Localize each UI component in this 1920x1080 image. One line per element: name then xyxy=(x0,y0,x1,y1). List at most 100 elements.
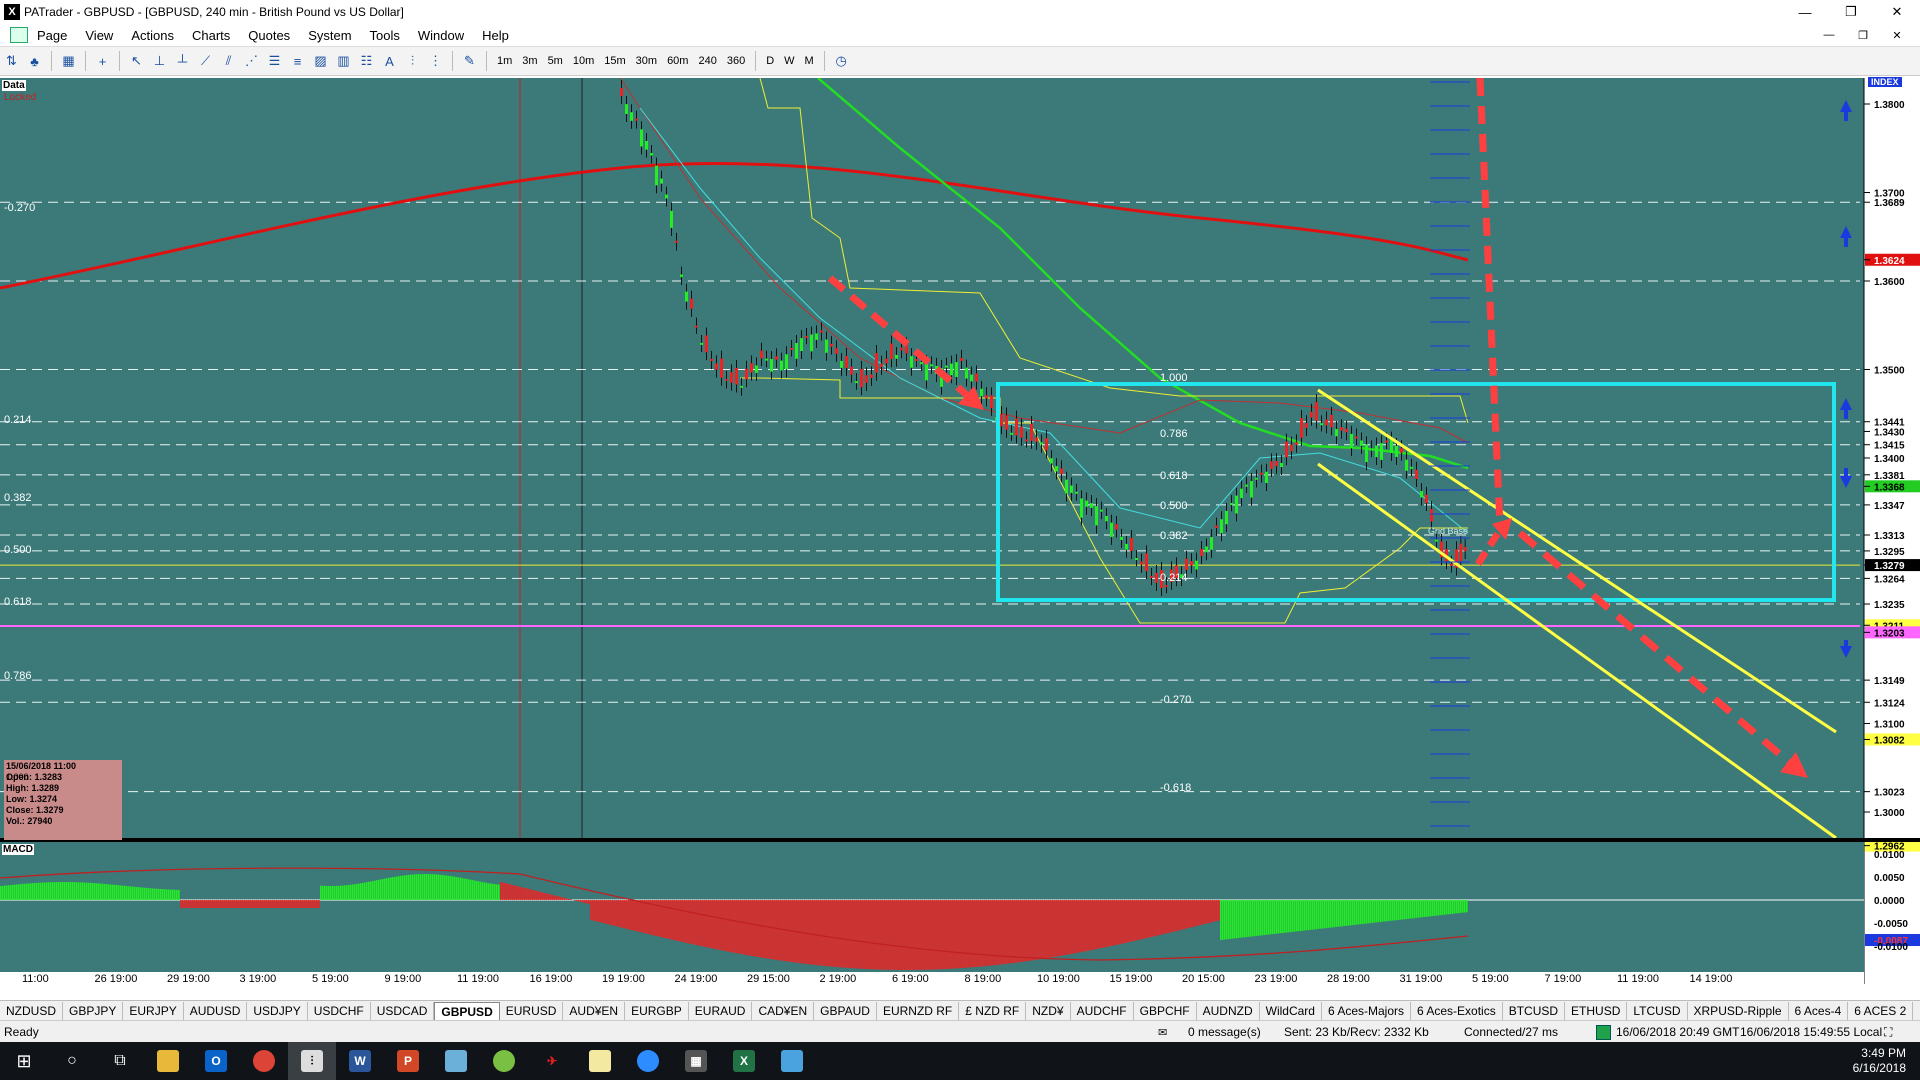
taskbar-clock[interactable]: 3:49 PM 6/16/2018 xyxy=(1853,1046,1906,1076)
vertical-line-icon[interactable]: ┴ xyxy=(173,51,192,71)
outlook-icon[interactable]: O xyxy=(192,1042,240,1080)
tf-360[interactable]: 360 xyxy=(722,55,750,67)
tf-60m[interactable]: 60m xyxy=(662,55,693,67)
powerpoint-icon[interactable]: P xyxy=(384,1042,432,1080)
tf-10m[interactable]: 10m xyxy=(568,55,599,67)
tf-5m[interactable]: 5m xyxy=(543,55,568,67)
calculator-icon[interactable]: ▦ xyxy=(672,1042,720,1080)
candle xyxy=(770,359,773,372)
buy-sell-icon[interactable]: ⇅ xyxy=(2,51,21,71)
tab-eurusd[interactable]: EURUSD xyxy=(500,1002,564,1020)
tab-eurnzd-rf[interactable]: EURNZD RF xyxy=(877,1002,960,1020)
tab-6-aces-exotics[interactable]: 6 Aces-Exotics xyxy=(1411,1002,1503,1020)
tf-240[interactable]: 240 xyxy=(693,55,721,67)
tf-30m[interactable]: 30m xyxy=(631,55,662,67)
fib-extension-icon[interactable]: ≡ xyxy=(288,51,307,71)
gann-icon[interactable]: ▨ xyxy=(311,51,330,71)
clock-icon[interactable]: ◷ xyxy=(832,51,851,71)
zoom-icon[interactable] xyxy=(624,1042,672,1080)
tab-wildcard[interactable]: WildCard xyxy=(1260,1002,1322,1020)
menu-system[interactable]: System xyxy=(299,28,360,43)
tab-audnzd[interactable]: AUDNZD xyxy=(1197,1002,1260,1020)
patrader-icon[interactable]: ⫶ xyxy=(288,1042,336,1080)
file-explorer-icon[interactable] xyxy=(144,1042,192,1080)
excel-icon[interactable]: X xyxy=(720,1042,768,1080)
tf-monthly[interactable]: M xyxy=(800,55,819,67)
menu-actions[interactable]: Actions xyxy=(122,28,183,43)
chart-area[interactable]: 1.3800 1.3700 1.3689 1.3624 1.3600 1.3500 1.34… xyxy=(0,77,1920,984)
horizontal-line-icon[interactable]: ⊥ xyxy=(150,51,169,71)
cursor-icon[interactable]: ↖ xyxy=(127,51,146,71)
search-icon[interactable]: ○ xyxy=(48,1042,96,1080)
tab-eurjpy[interactable]: EURJPY xyxy=(123,1002,184,1020)
tab-6-aces-majors[interactable]: 6 Aces-Majors xyxy=(1322,1002,1411,1020)
trend-line-icon[interactable]: ⟋ xyxy=(196,51,215,71)
chart-icon[interactable]: ▦ xyxy=(59,51,78,71)
tab-ethusd[interactable]: ETHUSD xyxy=(1565,1002,1628,1020)
tab-gbpaud[interactable]: GBPAUD xyxy=(814,1002,877,1020)
menu-window[interactable]: Window xyxy=(409,28,473,43)
price-label: 1.3203 xyxy=(1874,628,1905,639)
tab-aud-en[interactable]: AUD¥EN xyxy=(563,1002,626,1020)
menu-help[interactable]: Help xyxy=(473,28,518,43)
pencil-icon[interactable]: ✎ xyxy=(460,51,479,71)
tf-daily[interactable]: D xyxy=(761,55,779,67)
trade-icon[interactable]: ♣ xyxy=(25,51,44,71)
fib-retracement-icon[interactable]: ☰ xyxy=(265,51,284,71)
tab-eurgbp[interactable]: EURGBP xyxy=(625,1002,689,1020)
app-icon-blue[interactable] xyxy=(432,1042,480,1080)
tab-ltcusd[interactable]: LTCUSD xyxy=(1627,1002,1688,1020)
menu-page[interactable]: Page xyxy=(28,28,76,43)
mdi-minimize-icon[interactable]: — xyxy=(1812,24,1846,46)
mdi-restore-icon[interactable]: ❐ xyxy=(1846,24,1880,46)
app-icon-screen[interactable] xyxy=(768,1042,816,1080)
tab-cad-en[interactable]: CAD¥EN xyxy=(752,1002,815,1020)
levels-icon[interactable]: ☷ xyxy=(357,51,376,71)
text-icon[interactable]: A xyxy=(380,51,399,71)
fib-fan-icon[interactable]: ⋰ xyxy=(242,51,261,71)
maximize-button[interactable]: ❐ xyxy=(1828,0,1874,24)
tab-gbpusd[interactable]: GBPUSD xyxy=(434,1001,500,1021)
tab-6-aces-2[interactable]: 6 ACES 2 xyxy=(1848,1002,1914,1020)
bars-icon[interactable]: ⫶ xyxy=(403,51,422,71)
grid-icon[interactable]: ▥ xyxy=(334,51,353,71)
tf-3m[interactable]: 3m xyxy=(517,55,542,67)
tab-gbpchf[interactable]: GBPCHF xyxy=(1134,1002,1197,1020)
tab-nzdusd[interactable]: NZDUSD xyxy=(0,1002,63,1020)
crosshair-icon[interactable]: + xyxy=(93,51,112,71)
tab-btcusd[interactable]: BTCUSD xyxy=(1503,1002,1566,1020)
tab-xrpusd-ripple[interactable]: XRPUSD-Ripple xyxy=(1688,1002,1789,1020)
word-icon[interactable]: W xyxy=(336,1042,384,1080)
app-icon-green[interactable] xyxy=(480,1042,528,1080)
tab-audusd[interactable]: AUDUSD xyxy=(184,1002,248,1020)
tf-15m[interactable]: 15m xyxy=(599,55,630,67)
candle xyxy=(1425,494,1428,504)
tab-usdjpy[interactable]: USDJPY xyxy=(247,1002,308,1020)
windows-start-icon[interactable]: ⊞ xyxy=(0,1042,48,1080)
chrome-icon[interactable] xyxy=(240,1042,288,1080)
minimize-button[interactable]: — xyxy=(1782,0,1828,24)
tab-usdcad[interactable]: USDCAD xyxy=(371,1002,435,1020)
indicator-icon[interactable]: ⋮ xyxy=(426,51,445,71)
app-icon-red[interactable]: ✈ xyxy=(528,1042,576,1080)
tab-euraud[interactable]: EURAUD xyxy=(689,1002,753,1020)
tab-gbpjpy[interactable]: GBPJPY xyxy=(63,1002,124,1020)
app-icon-note[interactable] xyxy=(576,1042,624,1080)
menu-view[interactable]: View xyxy=(76,28,122,43)
tf-1m[interactable]: 1m xyxy=(492,55,517,67)
tab--nzd-rf[interactable]: £ NZD RF xyxy=(959,1002,1027,1020)
channel-icon[interactable]: ⫽ xyxy=(219,51,238,71)
resize-icon[interactable]: ⛶ xyxy=(1884,1025,1892,1040)
tab-audchf[interactable]: AUDCHF xyxy=(1071,1002,1134,1020)
tf-weekly[interactable]: W xyxy=(779,55,799,67)
task-view-icon[interactable]: ⧉ xyxy=(96,1042,144,1080)
menu-tools[interactable]: Tools xyxy=(361,28,409,43)
mdi-close-icon[interactable]: ✕ xyxy=(1880,24,1914,46)
menu-charts[interactable]: Charts xyxy=(183,28,239,43)
menu-quotes[interactable]: Quotes xyxy=(239,28,299,43)
tab-usdchf[interactable]: USDCHF xyxy=(308,1002,371,1020)
close-button[interactable]: ✕ xyxy=(1874,0,1920,24)
tab-nzd-[interactable]: NZD¥ xyxy=(1026,1002,1071,1020)
tab-6-aces-4[interactable]: 6 Aces-4 xyxy=(1789,1002,1849,1020)
macd-bar xyxy=(762,900,764,958)
